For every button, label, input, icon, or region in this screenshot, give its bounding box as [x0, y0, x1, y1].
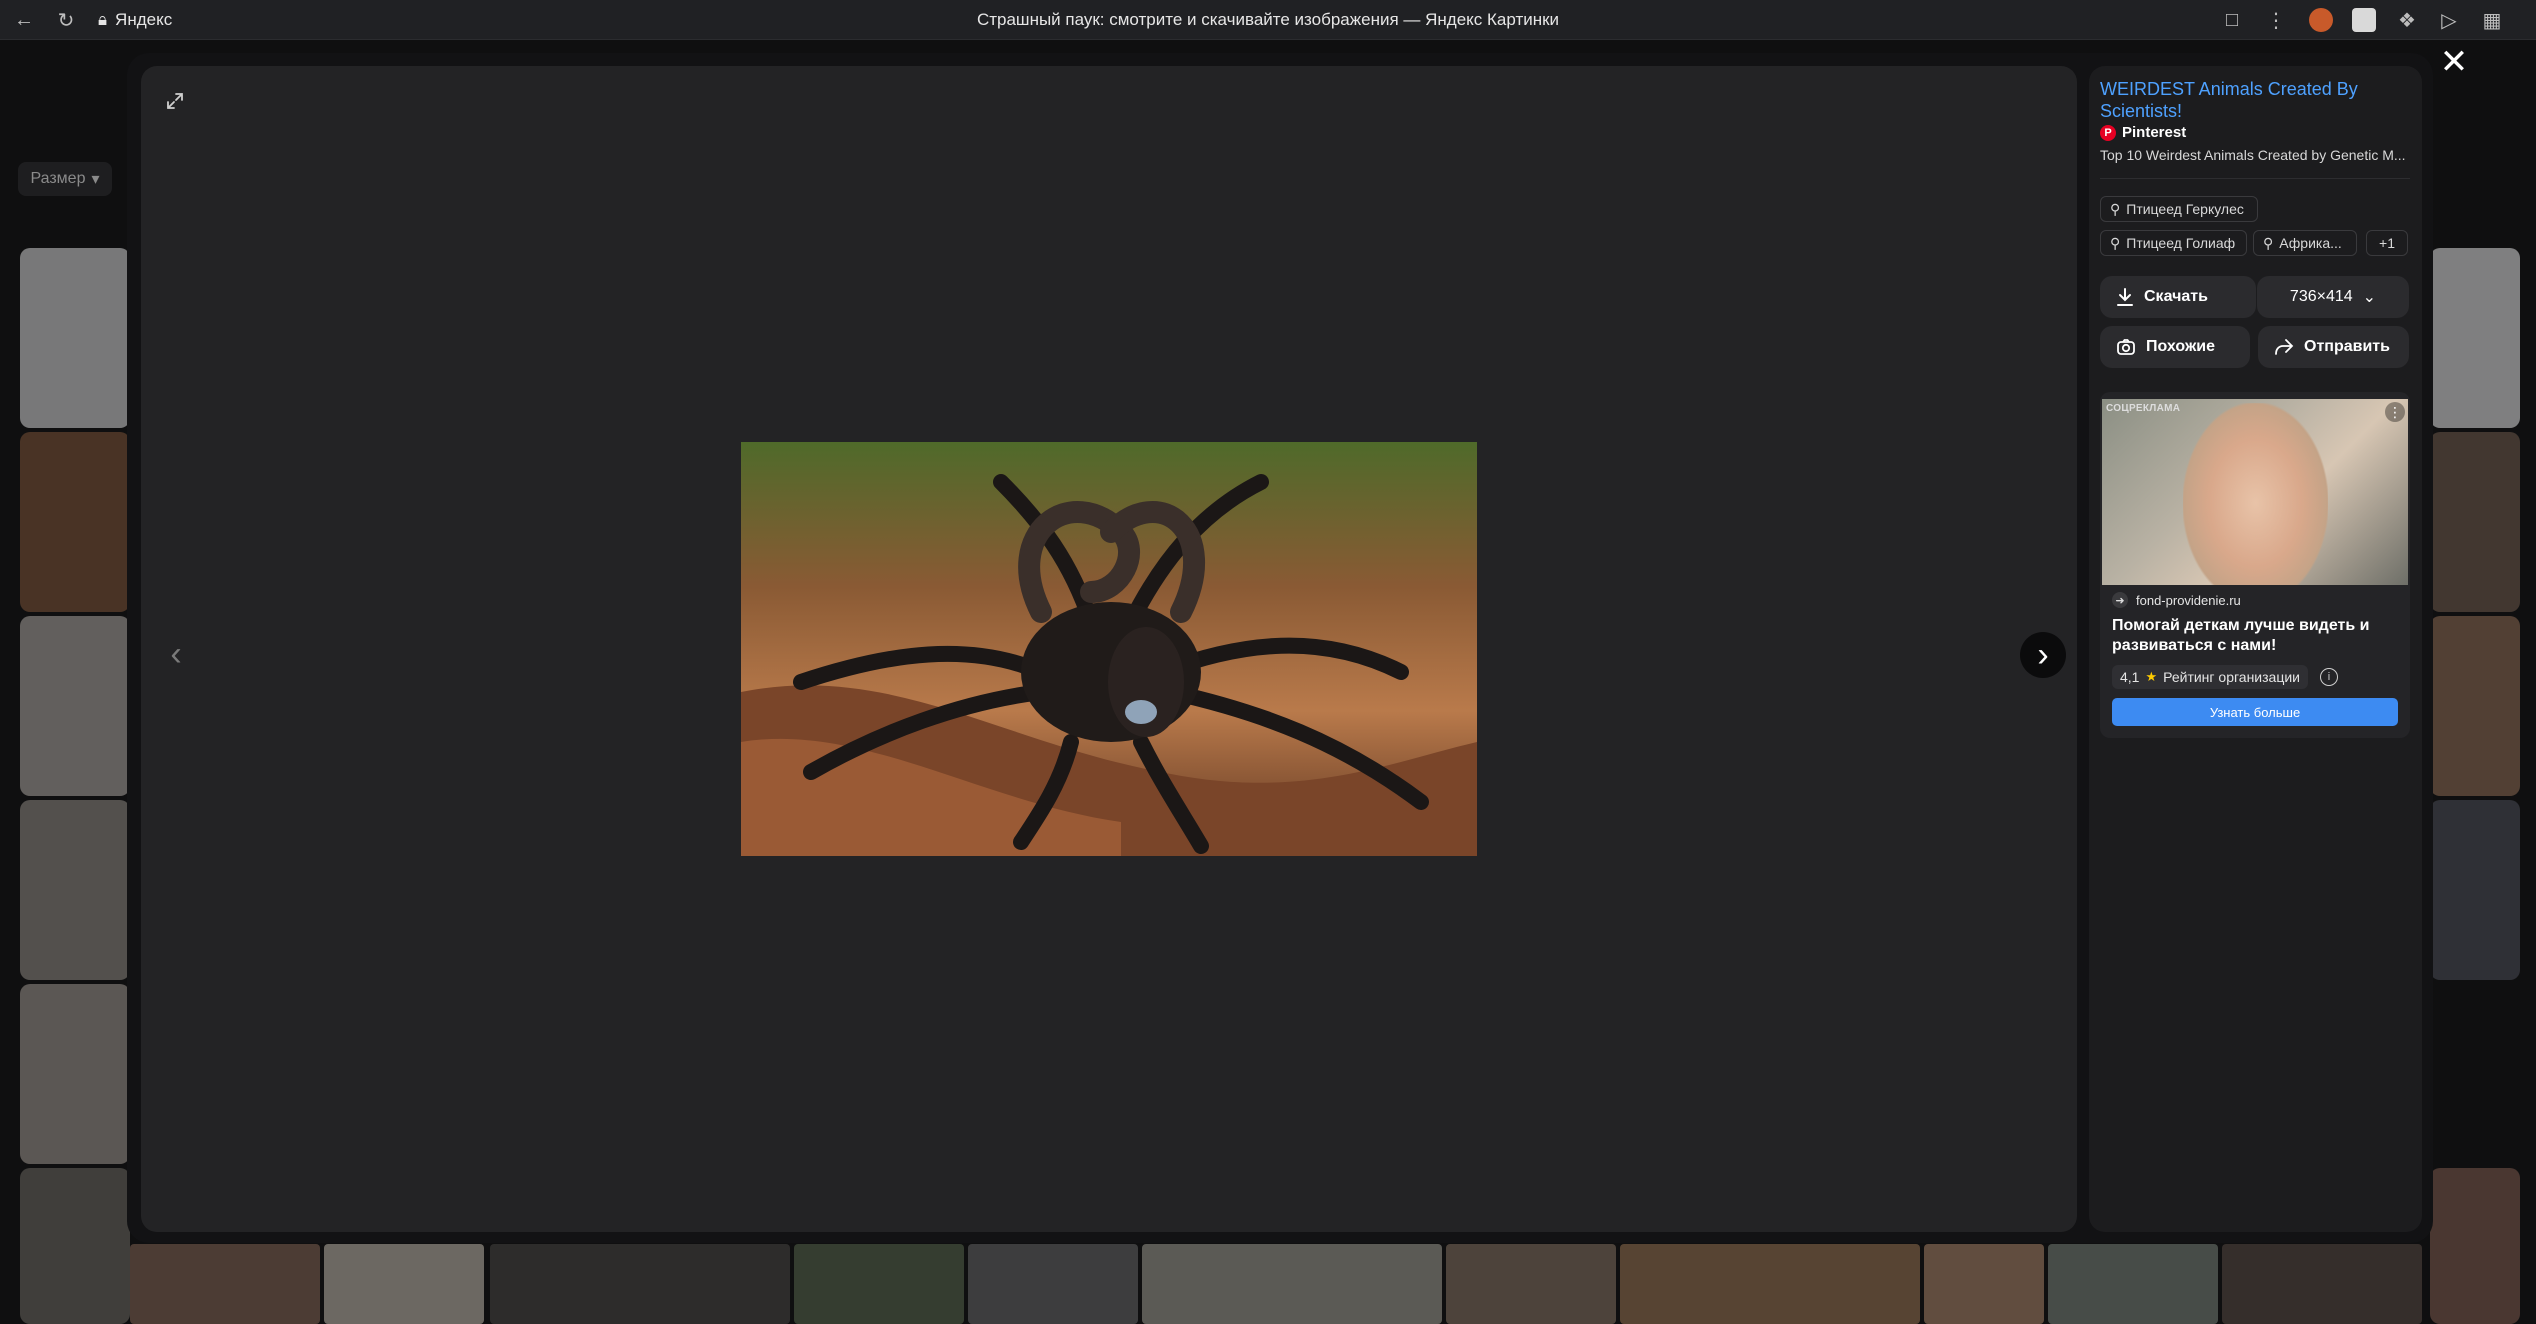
ad-menu-button[interactable]: ⋮	[2385, 402, 2405, 422]
download-button[interactable]: Скачать	[2100, 276, 2256, 318]
prev-image-button[interactable]: ‹	[154, 632, 198, 676]
download-icon	[2117, 288, 2133, 306]
bg-thumb-strip[interactable]	[2222, 1244, 2422, 1324]
bg-thumb[interactable]	[2430, 800, 2520, 980]
tag-more[interactable]: +1	[2366, 230, 2408, 256]
bg-thumb-strip[interactable]	[968, 1244, 1138, 1324]
camera-search-icon	[2117, 339, 2135, 355]
bg-thumb[interactable]	[20, 248, 130, 428]
star-icon: ★	[2145, 669, 2158, 684]
address-text: Яндекс	[115, 10, 173, 29]
fullscreen-button[interactable]	[158, 84, 192, 118]
reload-icon[interactable]: ↻	[54, 8, 78, 32]
bg-thumb[interactable]	[20, 432, 130, 612]
bg-thumb-strip[interactable]	[1446, 1244, 1616, 1324]
pinterest-icon: P	[2100, 124, 2116, 141]
size-select[interactable]: 736×414 ⌄	[2257, 276, 2409, 318]
tag-goliath[interactable]: ⚲ Птицеед Голиаф	[2100, 230, 2247, 256]
bg-thumb[interactable]	[2430, 616, 2520, 796]
search-icon: ⚲	[2110, 200, 2121, 217]
source-title-link[interactable]: WEIRDEST Animals Created By Scientists!	[2100, 78, 2410, 122]
tag-africa[interactable]: ⚲ Африка...	[2253, 230, 2357, 256]
bg-thumb-strip[interactable]	[794, 1244, 964, 1324]
bookmark-icon[interactable]: □	[2220, 8, 2244, 32]
divider	[2100, 178, 2410, 179]
bg-thumb-strip[interactable]	[1620, 1244, 1920, 1324]
chevron-left-icon: ‹	[170, 634, 182, 673]
search-icon: ⚲	[2263, 234, 2274, 251]
extensions-puzzle-icon[interactable]: ❖	[2395, 8, 2419, 32]
bg-thumb[interactable]	[2430, 432, 2520, 612]
bg-thumb[interactable]	[20, 984, 130, 1164]
expand-icon	[167, 93, 183, 109]
source-site[interactable]: P Pinterest	[2100, 124, 2186, 141]
back-icon[interactable]: ←	[12, 8, 36, 32]
ad-domain[interactable]: ➜ fond-providenie.ru	[2112, 592, 2241, 608]
bg-thumb[interactable]	[20, 616, 130, 796]
bg-thumb-strip[interactable]	[1924, 1244, 2044, 1324]
chevron-down-icon: ▾	[91, 171, 100, 188]
sidebar-panel-icon[interactable]: ▦	[2480, 8, 2504, 32]
lock-icon: 🔒︎	[98, 10, 108, 29]
ad-rating: 4,1 ★ Рейтинг организации i	[2112, 664, 2338, 690]
bg-thumb[interactable]	[20, 800, 130, 980]
ad-label: СОЦРЕКЛАМА	[2106, 403, 2181, 414]
bg-thumb-strip[interactable]	[2048, 1244, 2218, 1324]
bg-thumb-strip[interactable]	[490, 1244, 790, 1324]
similar-button[interactable]: Похожие	[2100, 326, 2250, 368]
chevron-down-icon: ⌄	[2362, 289, 2377, 306]
ad-headline[interactable]: Помогай деткам лучше видеть и развиватьс…	[2112, 616, 2407, 656]
media-play-icon[interactable]: ▷	[2437, 8, 2461, 32]
extension-cookie-icon[interactable]	[2309, 8, 2333, 32]
bg-thumb-strip[interactable]	[1142, 1244, 1442, 1324]
bg-thumb-strip[interactable]	[130, 1244, 320, 1324]
source-description[interactable]: Top 10 Weirdest Animals Created by Genet…	[2100, 147, 2410, 163]
bg-thumb[interactable]	[2430, 1168, 2520, 1324]
page-title: Страшный паук: смотрите и скачивайте изо…	[976, 10, 1560, 29]
menu-dots-icon[interactable]: ⋮	[2264, 8, 2288, 32]
tag-hercules[interactable]: ⚲ Птицеед Геркулес	[2100, 196, 2258, 222]
search-icon: ⚲	[2110, 234, 2121, 251]
share-icon	[2275, 339, 2294, 355]
bg-thumb[interactable]	[20, 1168, 130, 1324]
bg-thumb[interactable]	[2430, 248, 2520, 428]
browser-toolbar: ← ↻ 🔒︎ Яндекс Страшный паук: смотрите и …	[0, 0, 2536, 40]
chevron-right-icon: ›	[2037, 635, 2049, 674]
close-icon: ✕	[2439, 43, 2469, 81]
share-button[interactable]: Отправить	[2258, 326, 2409, 368]
spider-ram-illustration	[741, 442, 1477, 856]
size-filter[interactable]: Размер ▾	[18, 162, 112, 196]
menu-dots-icon: ⋮	[2388, 403, 2402, 420]
info-icon[interactable]: i	[2320, 668, 2338, 686]
address-bar[interactable]: 🔒︎ Яндекс	[98, 8, 172, 32]
bg-thumb-strip[interactable]	[324, 1244, 484, 1324]
extension-shield-icon[interactable]	[2352, 8, 2376, 32]
arrow-right-icon: ➜	[2112, 592, 2128, 608]
ad-learn-more-button[interactable]: Узнать больше	[2112, 698, 2398, 726]
ad-photo-child	[2183, 403, 2328, 585]
rating-badge: 4,1 ★ Рейтинг организации	[2112, 665, 2308, 689]
next-image-button[interactable]: ›	[2020, 632, 2066, 678]
source-site-name: Pinterest	[2122, 124, 2187, 141]
close-button[interactable]: ✕	[2436, 43, 2472, 81]
main-image[interactable]	[741, 442, 1477, 856]
